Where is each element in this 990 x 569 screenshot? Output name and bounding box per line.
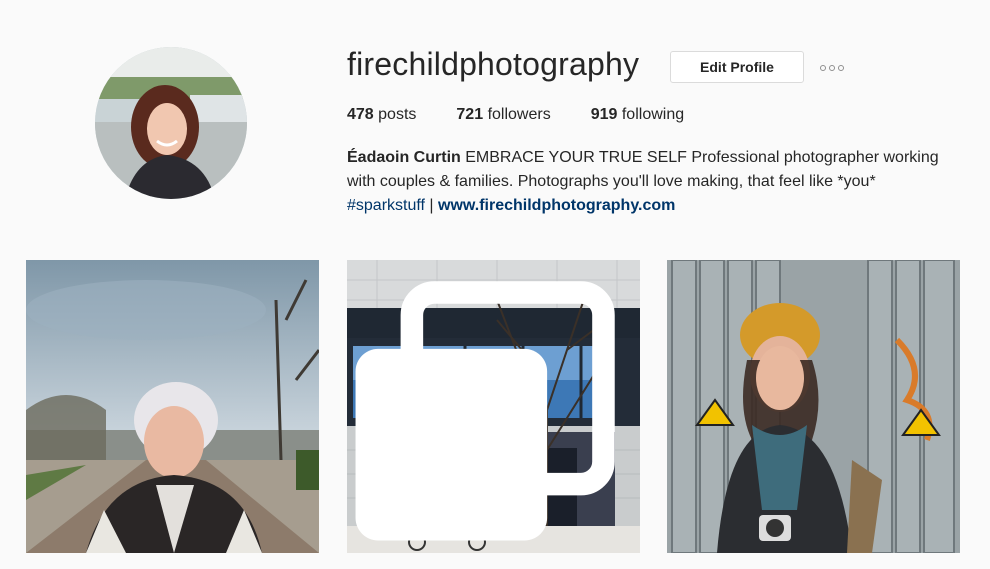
bio-hashtag-link[interactable]: #sparkstuff [347, 197, 425, 214]
post-image-elderly-woman [26, 260, 319, 553]
bio-separator: | [429, 197, 434, 214]
posts-stat: 478 posts [347, 106, 416, 124]
dot-icon [829, 65, 835, 71]
website-link[interactable]: www.firechildphotography.com [438, 197, 675, 214]
posts-count: 478 [347, 106, 374, 123]
more-options-icon[interactable] [817, 58, 847, 78]
profile-stats: 478 posts 721 followers 919 following [347, 106, 724, 124]
following-count: 919 [590, 106, 618, 123]
followers-label: followers [487, 106, 551, 123]
post-tile-3[interactable] [667, 260, 960, 553]
bio-name: Éadaoin Curtin [347, 149, 461, 166]
followers-count: 721 [456, 106, 484, 123]
edit-profile-button[interactable]: Edit Profile [670, 51, 804, 83]
followers-stat[interactable]: 721 followers [456, 106, 550, 124]
profile-bio: Éadaoin Curtin EMBRACE YOUR TRUE SELF Pr… [347, 146, 957, 218]
post-tile-1[interactable] [26, 260, 319, 553]
dot-icon [820, 65, 826, 71]
multiple-photos-icon [355, 281, 615, 541]
avatar-photo [95, 47, 247, 199]
posts-label: posts [378, 106, 417, 123]
post-tile-2[interactable] [347, 260, 640, 553]
post-image-woman-yellow-beanie [667, 260, 960, 553]
dot-icon [838, 65, 844, 71]
profile-username: firechildphotography [347, 46, 640, 82]
following-stat[interactable]: 919 following [591, 106, 684, 124]
profile-avatar[interactable] [95, 47, 247, 199]
following-label: following [621, 106, 685, 123]
